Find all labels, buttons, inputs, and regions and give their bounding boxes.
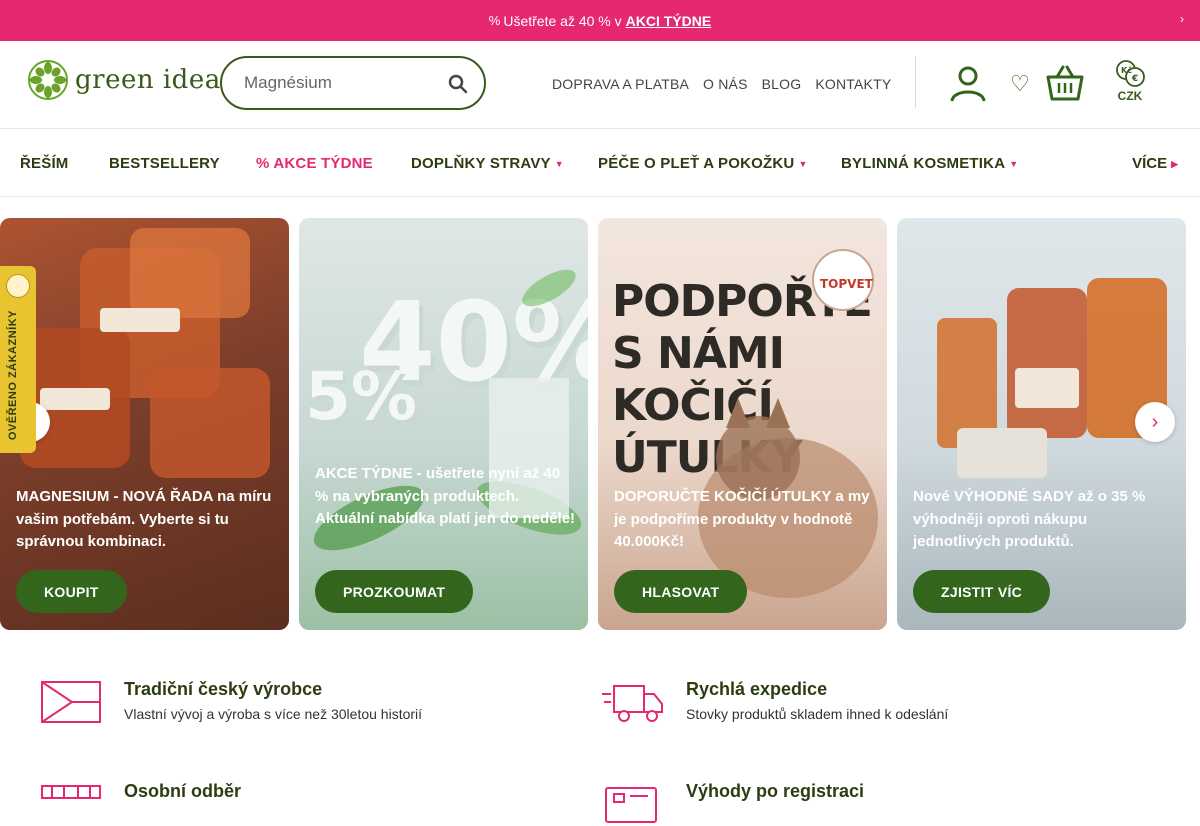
benefit-title: Rychlá expedice [686, 679, 828, 699]
benefit-fast-shipping: Rychlá expedice Stovky produktů skladem … [602, 679, 1162, 730]
tag-icon: % [488, 13, 501, 28]
delivery-truck-icon [602, 685, 663, 722]
verified-customers-badge[interactable]: OVĚŘENO ZÁKAZNÍKY [0, 266, 36, 453]
banner-kocici-utulky[interactable]: PODPOŘTE S NÁMI KOČIČÍ ÚTULKY TOPVET DOP… [598, 218, 887, 630]
link-about[interactable]: O NÁS [703, 76, 748, 92]
chevron-right-icon: ▶ [1171, 158, 1178, 169]
banner-cta-zjistit-vic[interactable]: ZJISTIT VÍC [913, 570, 1051, 613]
banner-cta-hlasovat[interactable]: HLASOVAT [614, 570, 748, 613]
benefit-registration: Výhody po registraci [602, 781, 1162, 823]
nav-item-akce-tydne[interactable]: % AKCE TÝDNE [256, 155, 373, 172]
nav-label: BYLINNÁ KOSMETIKA [841, 155, 1006, 172]
banner-caption: DOPORUČTE KOČIČÍ ÚTULKY a my je podpořím… [614, 488, 870, 550]
svg-text:Kč: Kč [1121, 65, 1132, 75]
leaf-logo-icon [28, 60, 68, 100]
nav-item-pece-o-plet[interactable]: PÉČE O PLEŤ A POKOŽKU ▼ [598, 155, 808, 172]
nav-item-bylinna-kosmetika[interactable]: BYLINNÁ KOSMETIKA ▼ [841, 155, 1018, 172]
banner-carousel: MAGNESIUM - NOVÁ ŘADA na míru vašim potř… [0, 218, 1200, 630]
product-set-image [937, 278, 1167, 478]
seal-icon [6, 274, 30, 298]
user-account-icon[interactable] [948, 63, 988, 103]
promo-bar: % Ušetřete až 40 % v AKCI TÝDNE › [0, 0, 1200, 41]
currency-label: CZK [1117, 89, 1143, 103]
promo-link[interactable]: AKCI TÝDNE [626, 13, 712, 29]
chevron-down-icon: ▼ [798, 159, 808, 170]
logo-text: green idea [75, 65, 221, 95]
member-card-icon [605, 787, 657, 823]
shop-icon [41, 785, 101, 799]
benefit-pickup: Osobní odběr [40, 781, 560, 801]
banner-caption: AKCE TÝDNE - ušetřete nyní až 40 % na vy… [315, 465, 576, 527]
banner-cta-prozkoumat[interactable]: PROZKOUMAT [315, 570, 474, 613]
benefit-desc: Stovky produktů skladem ihned k odeslání [686, 706, 949, 722]
divider [915, 56, 916, 108]
product-jars-image [20, 228, 270, 478]
nav-more-label: VÍCE [1132, 155, 1168, 172]
banner-akce-tydne[interactable]: 40% 5% AKCE TÝDNE - ušetřete nyní až 40 … [299, 218, 588, 630]
czech-flag-icon [41, 681, 101, 723]
link-shipping[interactable]: DOPRAVA A PLATBA [552, 76, 689, 92]
promo-text: Ušetřete až 40 % v [503, 12, 622, 29]
main-nav: ŘEŠÍM BESTSELLERY % AKCE TÝDNE DOPLŇKY S… [0, 129, 1200, 197]
promo-next-icon[interactable]: › [1180, 12, 1184, 26]
svg-text:€: € [1131, 74, 1138, 84]
link-blog[interactable]: BLOG [762, 76, 802, 92]
banner-cta-koupit[interactable]: KOUPIT [16, 570, 127, 613]
basket-icon[interactable] [1045, 65, 1085, 101]
currency-switcher[interactable]: Kč € CZK [1112, 59, 1148, 103]
chevron-down-icon: ▼ [554, 159, 564, 170]
svg-text:TOPVET: TOPVET [820, 277, 874, 291]
chevron-down-icon: ▼ [1009, 159, 1019, 170]
benefit-title: Osobní odběr [124, 781, 241, 801]
search-icon[interactable] [448, 74, 468, 94]
nav-more[interactable]: VÍCE ▶ [1132, 155, 1178, 172]
banner-caption: MAGNESIUM - NOVÁ ŘADA na míru vašim potř… [16, 488, 272, 550]
carousel-next-icon[interactable]: › [1135, 402, 1175, 442]
nav-item-resim[interactable]: ŘEŠÍM [20, 155, 69, 172]
benefit-desc: Vlastní vývoj a výroba s více než 30leto… [124, 706, 423, 722]
search-box [220, 56, 486, 110]
favorites-icon[interactable]: ♡ [1010, 71, 1030, 97]
header: green idea DOPRAVA A PLATBA O NÁS BLOG K… [0, 41, 1200, 129]
nav-label: DOPLŇKY STRAVY [411, 155, 551, 172]
link-contacts[interactable]: KONTAKTY [815, 76, 891, 92]
benefit-czech-producer: Tradiční český výrobce Vlastní vývoj a v… [40, 679, 560, 730]
top-links: DOPRAVA A PLATBA O NÁS BLOG KONTAKTY [552, 76, 905, 92]
coins-icon: Kč € [1116, 60, 1145, 87]
benefit-title: Výhody po registraci [686, 781, 865, 801]
badge-label: OVĚŘENO ZÁKAZNÍKY [7, 310, 19, 441]
banner-caption: Nové VÝHODNÉ SADY až o 35 % výhodněji op… [913, 488, 1146, 550]
search-input[interactable] [244, 73, 434, 93]
cat-image: TOPVET [698, 249, 878, 598]
nav-label: PÉČE O PLEŤ A POKOŽKU [598, 155, 795, 172]
nav-item-doplnky-stravy[interactable]: DOPLŇKY STRAVY ▼ [411, 155, 564, 172]
benefit-title: Tradiční český výrobce [124, 679, 323, 699]
logo[interactable]: green idea [27, 59, 221, 101]
leaves-decoration [313, 269, 582, 551]
nav-item-bestsellery[interactable]: BESTSELLERY [109, 155, 220, 172]
